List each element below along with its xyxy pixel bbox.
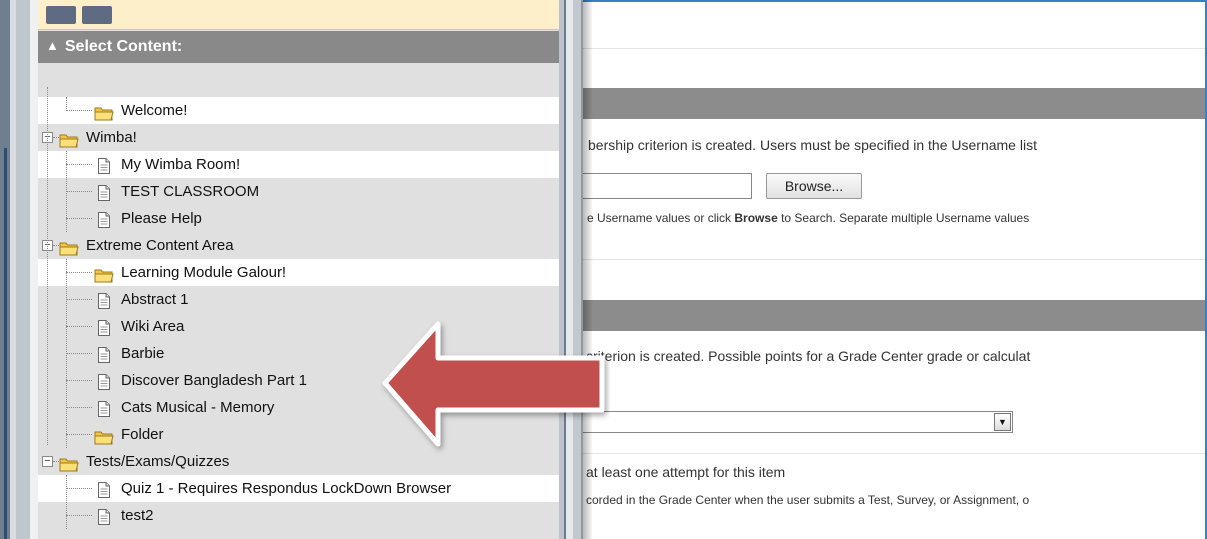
divider xyxy=(560,259,1205,260)
tree-connector xyxy=(66,380,92,381)
tree-item-label: Extreme Content Area xyxy=(86,237,234,254)
tree-item[interactable]: − Wimba! xyxy=(38,124,559,151)
chevron-up-icon[interactable]: ▲ xyxy=(46,30,59,62)
tree-item-label: test2 xyxy=(121,507,154,524)
toolbar-button[interactable] xyxy=(46,6,76,24)
tree-connector xyxy=(66,164,92,165)
tree-connector xyxy=(66,191,92,192)
chevron-down-icon[interactable]: ▼ xyxy=(994,413,1011,431)
tree-item-label: Learning Module Galour! xyxy=(121,264,287,281)
tree-item-label: Welcome! xyxy=(121,102,188,119)
red-arrow-annotation xyxy=(382,321,605,447)
content-tree: Welcome! − Wimba! My Wimba Room! TEST CLASSR… xyxy=(38,87,559,529)
tree-item-label: Folder xyxy=(121,426,164,443)
tree-item[interactable]: Welcome! xyxy=(38,97,559,124)
grade-item-select[interactable]: ▼ xyxy=(560,411,1013,433)
document-icon xyxy=(97,507,111,534)
window-chrome xyxy=(0,0,38,539)
tree-connector xyxy=(66,259,67,448)
tree-item[interactable]: test2 xyxy=(38,502,559,529)
tree-connector xyxy=(66,326,92,327)
tree-item-label: TEST CLASSROOM xyxy=(121,183,260,200)
tree-item[interactable]: Learning Module Galour! xyxy=(38,259,559,286)
username-help-text: e Username values or click Browse to Sea… xyxy=(587,211,1030,225)
collapse-toggle-icon[interactable]: − xyxy=(42,456,53,467)
tree-connector xyxy=(66,515,92,516)
tree-connector xyxy=(66,475,67,529)
panel-border xyxy=(559,0,593,539)
tree-connector xyxy=(47,87,48,445)
divider xyxy=(560,453,1205,454)
section-header xyxy=(560,88,1205,119)
browse-button[interactable]: Browse... xyxy=(766,173,862,199)
tree-item[interactable]: Abstract 1 xyxy=(38,286,559,313)
tree-item[interactable]: Quiz 1 - Requires Respondus LockDown Bro… xyxy=(38,475,559,502)
tree-item[interactable]: My Wimba Room! xyxy=(38,151,559,178)
recorded-text: corded in the Grade Center when the user… xyxy=(586,493,1030,507)
attempt-text: at least one attempt for this item xyxy=(586,464,786,480)
divider xyxy=(560,48,1205,49)
tree-connector xyxy=(66,299,92,300)
toolbar-button[interactable] xyxy=(82,6,112,24)
tree-item-label: Cats Musical - Memory xyxy=(121,399,275,416)
tree-connector xyxy=(66,488,92,489)
panel-title[interactable]: ▲ Select Content: xyxy=(38,31,559,63)
membership-criterion-text: bership criterion is created. Users must… xyxy=(588,137,1037,153)
tree-item-label: Barbie xyxy=(121,345,165,362)
tree-item-label: Please Help xyxy=(121,210,202,227)
tree-item-label: Wiki Area xyxy=(121,318,185,335)
select-content-panel: ▲ Select Content: Welcome! − Wimba! My Wimba… xyxy=(38,0,559,539)
panel-toolbar xyxy=(38,0,559,30)
tree-connector xyxy=(66,434,92,435)
tree-item[interactable]: Please Help xyxy=(38,205,559,232)
section-header xyxy=(560,300,1205,331)
tree-item-label: My Wimba Room! xyxy=(121,156,241,173)
tree-connector xyxy=(66,218,92,219)
tree-item-label: Quiz 1 - Requires Respondus LockDown Bro… xyxy=(121,480,452,497)
tree-connector xyxy=(66,97,67,111)
tree-item-label: Tests/Exams/Quizzes xyxy=(86,453,230,470)
tree-connector xyxy=(66,272,92,273)
tree-connector xyxy=(66,110,92,111)
tree-item[interactable]: − Extreme Content Area xyxy=(38,232,559,259)
tree-item-label: Discover Bangladesh Part 1 xyxy=(121,372,307,389)
grade-criterion-text: criterion is created. Possible points fo… xyxy=(586,348,1031,364)
panel-title-label: Select Content: xyxy=(64,38,183,55)
tree-connector xyxy=(66,353,92,354)
accent-strip xyxy=(4,148,7,539)
tree-item-label: Wimba! xyxy=(86,129,137,146)
tree-connector xyxy=(66,151,67,232)
tree-item-label: Abstract 1 xyxy=(121,291,189,308)
tree-item[interactable]: TEST CLASSROOM xyxy=(38,178,559,205)
background-page: bership criterion is created. Users must… xyxy=(560,2,1205,539)
tree-connector xyxy=(66,407,92,408)
